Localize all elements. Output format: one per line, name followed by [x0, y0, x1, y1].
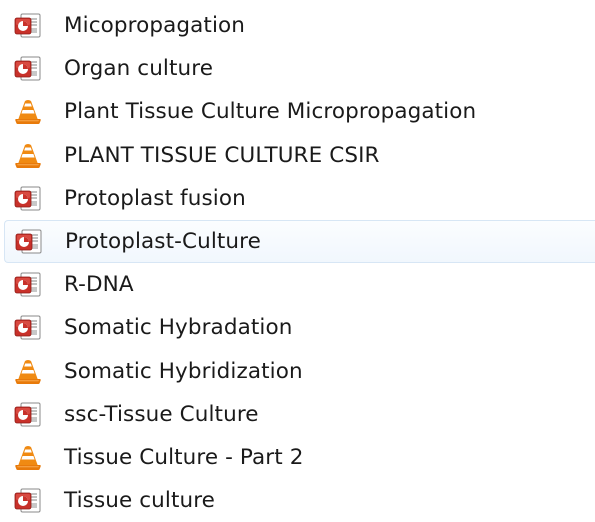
- file-list-item[interactable]: Protoplast fusion: [0, 177, 595, 220]
- file-name: Organ culture: [64, 56, 214, 82]
- powerpoint-file-icon: [14, 401, 42, 429]
- file-name: ssc-Tissue Culture: [64, 401, 259, 427]
- file-list: Micopropagation Organ culture Plant Tiss…: [0, 4, 595, 522]
- powerpoint-file-icon: [15, 228, 43, 256]
- file-name: Micopropagation: [64, 13, 245, 38]
- file-name: Tissue Culture - Part 2: [64, 444, 304, 470]
- file-name: Plant Tissue Culture Micropropagation: [64, 99, 477, 125]
- file-name: PLANT TISSUE CULTURE CSIR: [64, 142, 380, 168]
- vlc-media-file-icon: [14, 444, 42, 472]
- file-list-item[interactable]: R-DNA: [0, 263, 595, 306]
- vlc-media-file-icon: [14, 98, 42, 126]
- powerpoint-file-icon: [14, 271, 42, 299]
- file-name: Protoplast fusion: [64, 185, 246, 211]
- file-name: Tissue culture: [64, 488, 216, 514]
- file-list-item[interactable]: Tissue culture: [0, 479, 595, 522]
- file-list-item[interactable]: Micopropagation: [0, 4, 595, 47]
- powerpoint-file-icon: [14, 185, 42, 213]
- powerpoint-file-icon: [14, 12, 42, 40]
- file-name: R-DNA: [64, 272, 134, 298]
- file-name: Somatic Hybridization: [64, 358, 303, 384]
- vlc-media-file-icon: [14, 358, 42, 386]
- file-list-item[interactable]: Somatic Hybradation: [0, 306, 595, 349]
- vlc-media-file-icon: [14, 142, 42, 170]
- powerpoint-file-icon: [14, 55, 42, 83]
- file-list-item[interactable]: Somatic Hybridization: [0, 350, 595, 393]
- file-list-item[interactable]: ssc-Tissue Culture: [0, 393, 595, 436]
- file-name: Somatic Hybradation: [64, 315, 293, 341]
- file-name: Protoplast-Culture: [65, 228, 261, 254]
- file-list-item[interactable]: Protoplast-Culture: [4, 219, 595, 264]
- file-list-item[interactable]: PLANT TISSUE CULTURE CSIR: [0, 134, 595, 177]
- file-list-item[interactable]: Organ culture: [0, 47, 595, 90]
- file-list-item[interactable]: Plant Tissue Culture Micropropagation: [0, 90, 595, 133]
- powerpoint-file-icon: [14, 314, 42, 342]
- file-list-item[interactable]: Tissue Culture - Part 2: [0, 436, 595, 479]
- powerpoint-file-icon: [14, 487, 42, 515]
